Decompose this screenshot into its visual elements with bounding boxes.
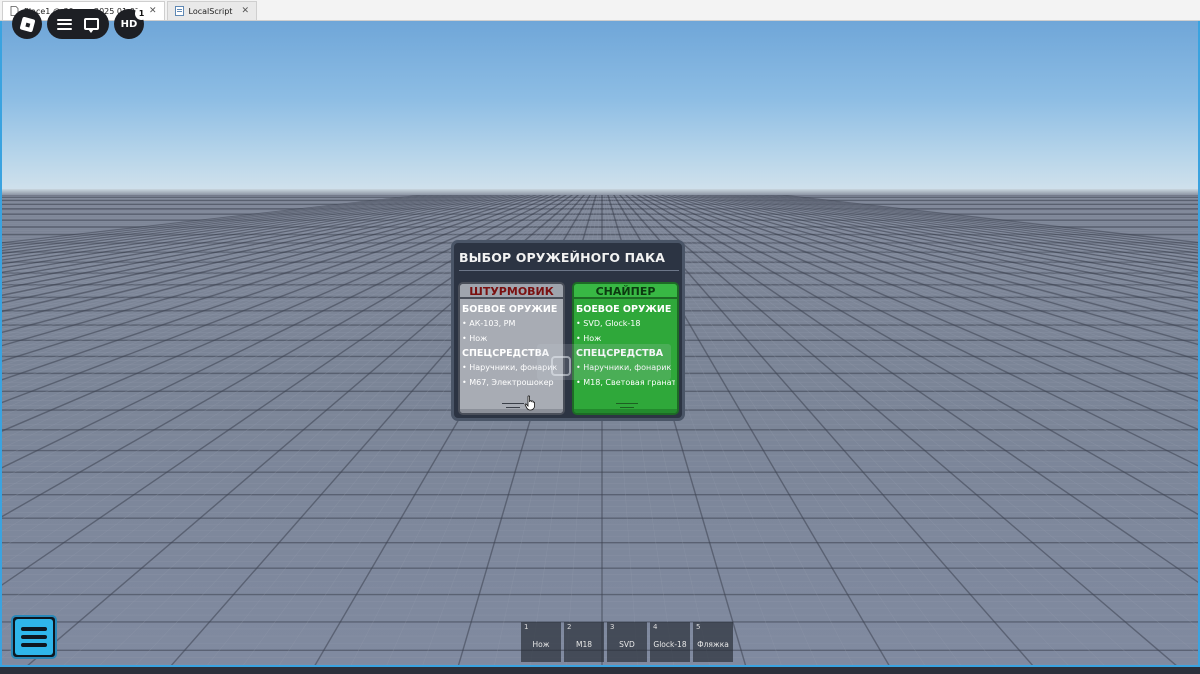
slot-name: Glock-18	[653, 640, 687, 649]
hotbar-slot[interactable]: 4 Glock-18	[650, 622, 690, 662]
slot-number: 2	[567, 623, 572, 631]
divider	[620, 407, 634, 408]
hotbar-slot[interactable]: 3 SVD	[607, 622, 647, 662]
slot-number: 4	[653, 623, 658, 631]
card-title: СНАЙПЕР	[574, 284, 677, 299]
title-divider	[459, 270, 679, 271]
script-icon	[174, 6, 184, 16]
slot-number: 1	[524, 623, 529, 631]
hamburger-icon[interactable]	[57, 18, 72, 30]
hotbar: 1 Нож 2 M18 3 SVD 4 Glock-18 5 Фляжка	[521, 622, 733, 662]
divider	[506, 407, 520, 408]
slot-name: Фляжка	[697, 640, 729, 649]
chat-icon[interactable]	[84, 18, 99, 33]
slot-name: M18	[575, 640, 592, 649]
tab-label: LocalScript	[188, 6, 233, 16]
avatar-initials: НD	[120, 18, 138, 30]
tab-localscript[interactable]: LocalScript ✕	[166, 1, 257, 20]
hotbar-slot[interactable]: 5 Фляжка	[693, 622, 733, 662]
divider	[616, 403, 638, 404]
weapons-heading: БОЕВОЕ ОРУЖИЕ	[462, 304, 558, 315]
sky	[2, 21, 1198, 193]
hotbar-slot[interactable]: 2 M18	[564, 622, 604, 662]
hotbar-slot[interactable]: 1 Нож	[521, 622, 561, 662]
slot-name: Нож	[532, 640, 550, 649]
close-icon[interactable]: ✕	[149, 6, 157, 16]
studio-tab-bar: Place1 @ 30 дек 2025 01:07 ✕ LocalScript…	[0, 0, 1200, 21]
notification-badge: 1	[135, 7, 148, 20]
panel-title: ВЫБОР ОРУЖЕЙНОГО ПАКА	[459, 250, 666, 265]
slot-name: SVD	[619, 640, 635, 649]
card-bottom-bar	[574, 409, 677, 413]
slot-number: 5	[696, 623, 701, 631]
close-icon[interactable]: ✕	[241, 6, 249, 16]
slot-number: 3	[610, 623, 615, 631]
menu-chat-pill[interactable]	[47, 9, 109, 39]
roblox-logo-icon	[19, 16, 35, 32]
divider	[502, 403, 524, 404]
weapon-pack-panel: ВЫБОР ОРУЖЕЙНОГО ПАКА ШТУРМОВИК БОЕВОЕ О…	[451, 240, 685, 421]
game-menu-button[interactable]	[11, 615, 57, 659]
hamburger-icon	[15, 619, 53, 655]
card-bottom-bar	[460, 409, 563, 413]
roblox-menu-button[interactable]	[12, 9, 42, 39]
weapons-heading: БОЕВОЕ ОРУЖИЕ	[576, 304, 672, 315]
list-item: АК-103, PM	[462, 316, 561, 331]
card-title: ШТУРМОВИК	[460, 284, 563, 299]
ghost-square-icon	[551, 356, 571, 376]
horizon	[2, 189, 1198, 195]
hand-cursor-icon	[524, 395, 535, 411]
list-item: SVD, Glock-18	[576, 316, 675, 331]
